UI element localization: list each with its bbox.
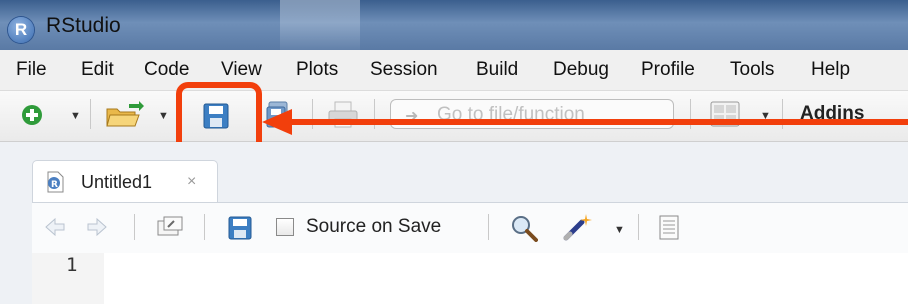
find-replace-button[interactable]	[510, 214, 538, 247]
annotation-arrow-line	[288, 119, 908, 125]
r-script-file-icon: R	[47, 171, 64, 193]
rstudio-logo-icon: R	[8, 17, 34, 43]
code-tools-dropdown-icon[interactable]: ▼	[614, 224, 625, 236]
menu-session[interactable]: Session	[370, 59, 438, 81]
forward-button[interactable]	[86, 216, 108, 243]
print-button[interactable]	[327, 101, 359, 134]
back-button[interactable]	[44, 216, 66, 243]
menu-edit[interactable]: Edit	[81, 59, 114, 81]
search-icon	[512, 216, 538, 242]
back-icon	[45, 217, 65, 237]
compile-report-icon	[659, 215, 679, 240]
title-glow	[280, 0, 360, 50]
main-toolbar: ▼ ▼ ➜ Go to file/function ▼ Addins	[0, 91, 908, 142]
menu-tools[interactable]: Tools	[730, 59, 774, 81]
open-file-button[interactable]	[105, 101, 145, 134]
menu-view[interactable]: View	[221, 59, 262, 81]
toolbar-separator	[90, 99, 91, 129]
menu-build[interactable]: Build	[476, 59, 518, 81]
menu-plots[interactable]: Plots	[296, 59, 338, 81]
menu-help[interactable]: Help	[811, 59, 850, 81]
magic-wand-icon	[563, 214, 592, 241]
new-file-button[interactable]	[20, 102, 50, 135]
window-title: RStudio	[46, 14, 121, 37]
editor-toolbar-separator	[134, 214, 135, 240]
tab-untitled1[interactable]: R Untitled1 ×	[32, 160, 218, 202]
forward-icon	[87, 217, 107, 237]
close-tab-icon[interactable]: ×	[187, 173, 196, 191]
menu-profile[interactable]: Profile	[641, 59, 695, 81]
pane-layout-button[interactable]	[710, 101, 740, 132]
line-number: 1	[66, 254, 78, 276]
open-file-dropdown-icon[interactable]: ▼	[158, 110, 169, 122]
save-icon	[228, 216, 252, 240]
new-file-icon	[22, 105, 42, 125]
menu-code[interactable]: Code	[144, 59, 189, 81]
menu-bar: File Edit Code View Plots Session Build …	[0, 50, 908, 91]
open-folder-icon	[106, 101, 144, 127]
show-in-new-window-button[interactable]	[156, 215, 184, 244]
annotation-arrow-head	[262, 109, 292, 135]
compile-report-button[interactable]	[658, 215, 682, 246]
menu-file[interactable]: File	[16, 59, 47, 81]
editor-toolbar-separator	[204, 214, 205, 240]
title-bar: R RStudio	[0, 0, 908, 50]
tab-label: Untitled1	[81, 172, 153, 192]
code-editor[interactable]	[32, 253, 908, 304]
save-document-button[interactable]	[228, 216, 252, 245]
code-tools-button[interactable]	[562, 212, 594, 247]
svg-text:R: R	[51, 180, 58, 190]
new-file-dropdown-icon[interactable]: ▼	[70, 110, 81, 122]
editor-toolbar-separator	[638, 214, 639, 240]
menu-debug[interactable]: Debug	[553, 59, 609, 81]
editor-toolbar-separator	[488, 214, 489, 240]
show-in-window-icon	[157, 216, 183, 236]
source-on-save-checkbox[interactable]	[276, 218, 294, 236]
source-on-save-label[interactable]: Source on Save	[306, 216, 441, 238]
